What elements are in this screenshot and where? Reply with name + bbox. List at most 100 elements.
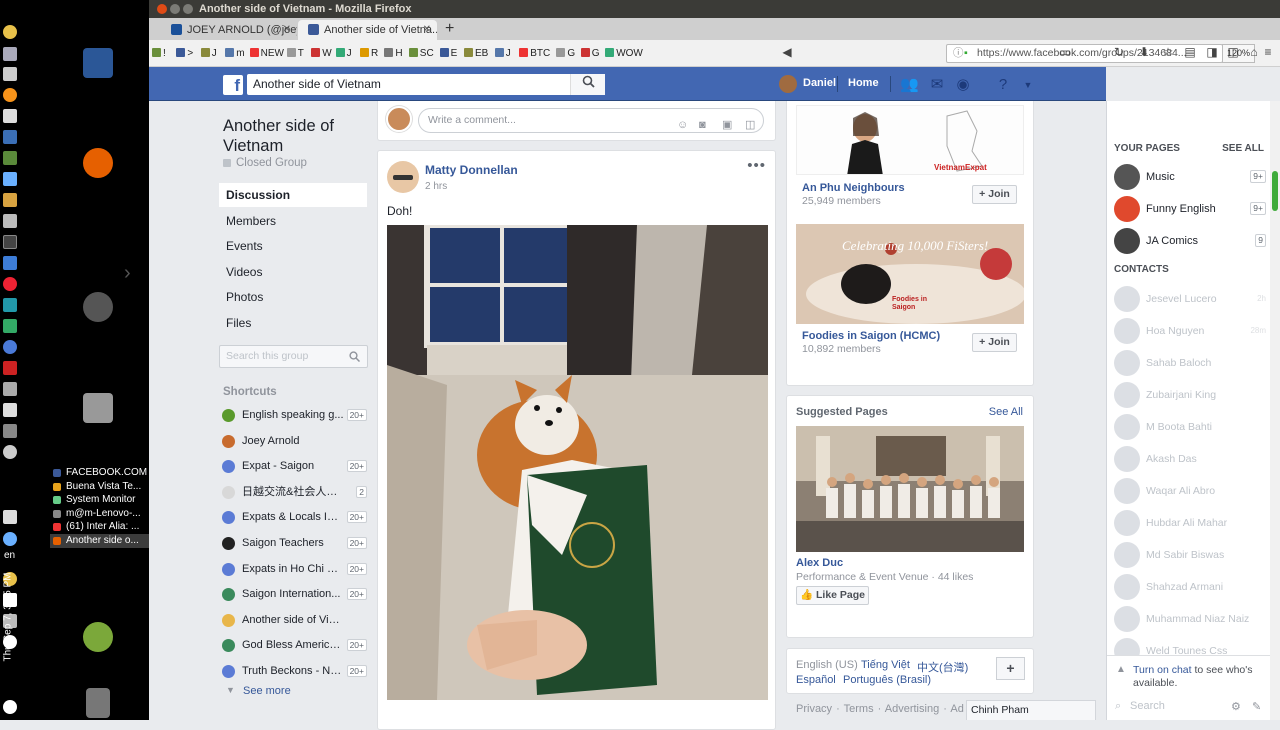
dock-app-icon[interactable] <box>3 319 17 333</box>
pocket-icon[interactable]: ◨ <box>1204 45 1220 59</box>
power-icon[interactable] <box>3 700 17 714</box>
chat-search-input[interactable]: ⌕ Search <box>1115 700 1165 712</box>
bookmark-item[interactable]: EB <box>464 47 488 60</box>
bookmark-item[interactable]: m <box>225 47 245 60</box>
shortcut-item[interactable]: Another side of Vietnam <box>222 610 367 630</box>
extension-icon[interactable]: ◫ <box>1225 45 1241 59</box>
info-icon[interactable]: ⓘ <box>953 45 964 62</box>
library-icon[interactable]: ▤ <box>1182 45 1198 59</box>
bookmark-item[interactable]: T <box>286 47 304 60</box>
suggested-page-name[interactable]: Alex Duc <box>796 557 843 569</box>
search-icon[interactable] <box>349 351 360 362</box>
dock-app-icon[interactable] <box>3 151 17 165</box>
your-page-item[interactable]: Music 9+ <box>1114 164 1266 190</box>
bookmark-item[interactable]: G <box>556 47 575 60</box>
see-all-link[interactable]: See All <box>989 406 1023 418</box>
dock-app-icon[interactable] <box>3 130 17 144</box>
text-editor-icon[interactable] <box>83 48 113 78</box>
bookmark-item[interactable]: ! <box>152 47 166 60</box>
facebook-search-input[interactable]: Another side of Vietnam <box>247 74 605 95</box>
trash-icon[interactable] <box>86 688 110 718</box>
help-icon[interactable]: ? <box>994 76 1012 94</box>
keyboard-language[interactable]: en <box>4 550 15 561</box>
comment-input[interactable]: Write a comment... ☺ ◙ ▣ ◫ <box>418 108 764 133</box>
bookmark-item[interactable]: H <box>384 47 403 60</box>
contact-item[interactable]: Hubdar Ali Mahar <box>1114 510 1266 536</box>
contact-item[interactable]: Zubairjani King <box>1114 382 1266 408</box>
archive-icon[interactable] <box>83 393 113 423</box>
dock-app-icon[interactable] <box>3 235 17 249</box>
bookmark-item[interactable]: WOW <box>605 47 643 60</box>
profile-link[interactable]: Daniel <box>803 77 836 89</box>
account-menu-icon[interactable]: ▼ <box>1019 76 1037 94</box>
reader-mode-icon[interactable]: ▭ <box>1057 45 1073 59</box>
bookmark-item[interactable]: SC <box>408 47 434 60</box>
window-list-item[interactable]: (61) Inter Alia: ... <box>50 520 149 534</box>
dock-app-icon[interactable] <box>3 445 17 459</box>
post-author-link[interactable]: Matty Donnellan <box>425 163 518 177</box>
download-icon[interactable]: ⬇ <box>1136 45 1152 59</box>
compose-icon[interactable]: ✎ <box>1252 700 1261 713</box>
close-window-button[interactable] <box>157 4 167 14</box>
join-group-button[interactable]: + Join <box>972 185 1017 204</box>
bookmark-item[interactable]: E <box>439 47 457 60</box>
shortcut-item[interactable]: 日越交流&社会人ボ... 2 <box>222 482 367 502</box>
dock-app-icon[interactable] <box>3 532 17 546</box>
post-photo[interactable] <box>387 225 768 700</box>
messenger-icon[interactable]: ✉ <box>928 76 946 94</box>
bookmark-item[interactable]: NEW <box>249 47 284 60</box>
shortcut-item[interactable]: God Bless America... 20+ <box>222 635 367 655</box>
window-list-item[interactable]: Buena Vista Te... <box>50 480 149 494</box>
tab-members[interactable]: Members <box>219 209 367 233</box>
dock-app-icon[interactable] <box>3 361 17 375</box>
open-chat-tab[interactable]: Chinh Pham <box>966 700 1096 720</box>
add-language-button[interactable]: + <box>996 657 1025 680</box>
gif-icon[interactable]: ▣ <box>722 114 732 137</box>
bookmark-item[interactable]: > <box>176 47 193 60</box>
clock[interactable]: Thu Sep 7, 3:15 PM <box>3 573 14 662</box>
bookmark-item[interactable]: J <box>200 47 217 60</box>
reload-icon[interactable]: ↻ <box>1111 45 1127 59</box>
tab-joey-arnold[interactable]: JOEY ARNOLD (@joey... ✕ <box>161 20 297 40</box>
shortcut-item[interactable]: English speaking g... 20+ <box>222 405 367 425</box>
language-option[interactable]: Tiếng Việt <box>861 659 910 671</box>
contact-item[interactable]: Jesevel Lucero 2h <box>1114 286 1266 312</box>
shortcut-item[interactable]: Expats & Locals In ... 20+ <box>222 507 367 527</box>
language-option[interactable]: Português (Brasil) <box>843 674 931 686</box>
post-timestamp[interactable]: 2 hrs <box>425 181 447 192</box>
dock-app-icon[interactable] <box>3 67 17 81</box>
shortcut-item[interactable]: Expats in Ho Chi Mi... 20+ <box>222 559 367 579</box>
tab-photos[interactable]: Photos <box>219 285 367 309</box>
dock-app-icon[interactable] <box>3 88 17 102</box>
dock-app-icon[interactable] <box>3 256 17 270</box>
dock-app-icon[interactable] <box>3 109 17 123</box>
dock-app-icon[interactable] <box>3 403 17 417</box>
window-list-item[interactable]: System Monitor <box>50 493 149 507</box>
shortcut-item[interactable]: Expat - Saigon 20+ <box>222 456 367 476</box>
suggested-group-name[interactable]: An Phu Neighbours <box>802 182 905 194</box>
turn-on-chat-link[interactable]: Turn on chat <box>1133 664 1192 676</box>
shortcut-item[interactable]: Saigon Teachers 20+ <box>222 533 367 553</box>
friend-requests-icon[interactable]: 👥 <box>900 76 919 94</box>
dock-app-icon[interactable] <box>3 298 17 312</box>
avatar[interactable] <box>387 161 419 193</box>
notifications-globe-icon[interactable]: ◉ <box>954 76 972 94</box>
search-icon[interactable] <box>570 74 605 95</box>
dock-app-icon[interactable] <box>3 172 17 186</box>
dock-app-icon[interactable] <box>3 214 17 228</box>
terms-link[interactable]: Terms <box>844 703 874 715</box>
bookmark-item[interactable]: G <box>580 47 600 60</box>
chevron-right-icon[interactable]: › <box>124 262 131 285</box>
settings-icon[interactable] <box>83 292 113 322</box>
close-tab-icon[interactable]: ✕ <box>283 20 291 40</box>
sticker-icon[interactable]: ◫ <box>745 114 755 137</box>
window-list-item[interactable]: Another side o... <box>50 533 149 548</box>
bookmark-star-icon[interactable]: ☆ <box>1160 45 1176 59</box>
contact-item[interactable]: Hoa Nguyen 28m <box>1114 318 1266 344</box>
contact-item[interactable]: Shahzad Armani <box>1114 574 1266 600</box>
tab-events[interactable]: Events <box>219 234 367 258</box>
dock-app-icon[interactable] <box>3 47 17 61</box>
privacy-link[interactable]: Privacy <box>796 703 832 715</box>
dock-app-icon[interactable] <box>3 277 17 291</box>
suggested-group-image[interactable]: Celebrating 10,000 FiSters! Foodies in S… <box>796 224 1024 324</box>
